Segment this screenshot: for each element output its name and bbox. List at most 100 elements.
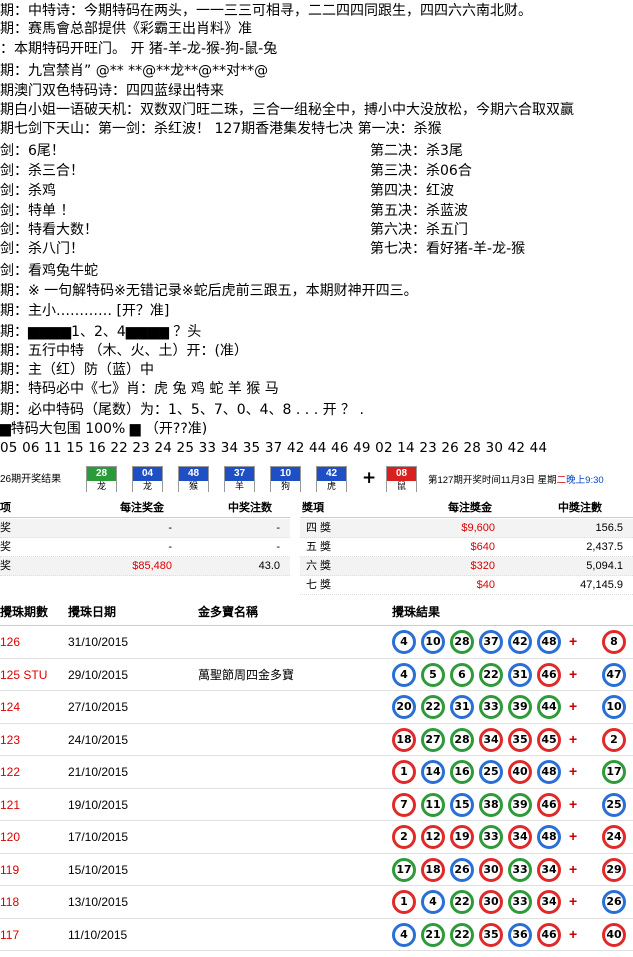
- decision-item: 第七决：看好猪-羊-龙-猴: [370, 241, 526, 257]
- history-row: 118 13/10/2015 1 4 22 30 33 34 +26: [0, 886, 633, 919]
- result-ball: 7: [392, 792, 416, 817]
- result-ball: 4: [421, 890, 445, 914]
- history-date: 29/10/2015: [68, 667, 129, 682]
- history-issue: 120: [0, 830, 21, 844]
- result-ball: 25: [479, 760, 503, 784]
- prize-name: 七 獎: [306, 579, 332, 591]
- prize-name: 五 獎: [306, 541, 332, 553]
- history-row: 120 17/10/2015 2 12 19 33 34 48 +24: [0, 821, 633, 854]
- history-row: 121 19/10/2015 7 11 15 38 39 46 +25: [0, 789, 633, 821]
- prize-table-header: 獎項 每注獎金 中獎注數: [300, 498, 633, 518]
- result-ball: 37: [479, 630, 503, 654]
- prize-amount: $40: [476, 579, 495, 591]
- draw-ball: 42 虎: [316, 466, 347, 492]
- plus-sign: +: [569, 925, 578, 942]
- result-ball: 6: [450, 662, 474, 687]
- prize-name: 四 獎: [306, 522, 332, 534]
- history-row: 126 31/10/2015 4 10 28 37 42 48 +8: [0, 626, 633, 659]
- prize-table-header: 项 每注奖金 中奖注数: [0, 498, 290, 518]
- result-ball: 1: [392, 760, 416, 784]
- sword-item: 剑：杀鸡: [0, 183, 56, 199]
- result-ball: 10: [421, 630, 445, 654]
- result-ball: 31: [450, 695, 474, 719]
- result-ball: 22: [479, 662, 503, 687]
- result-ball: 12: [421, 825, 445, 849]
- result-ball: 33: [479, 695, 503, 719]
- prize-count: 43.0: [258, 560, 280, 572]
- result-ball: 34: [508, 825, 532, 849]
- history-date: 24/10/2015: [68, 732, 129, 747]
- draw-ball: 04 龙: [132, 466, 163, 492]
- result-ball: 36: [508, 922, 532, 947]
- result-ball: 4: [392, 922, 416, 947]
- result-ball: 35: [508, 727, 532, 752]
- result-ball: 4: [392, 630, 416, 654]
- ball-number: 42: [317, 467, 346, 481]
- ball-zodiac: 狗: [271, 481, 300, 492]
- result-ball: 38: [479, 792, 503, 817]
- history-issue: 125 STU: [0, 667, 48, 682]
- prize-name: 奖: [0, 522, 11, 534]
- ball-number: 37: [225, 467, 254, 481]
- result-ball: 34: [479, 727, 503, 752]
- special-result-ball: 8: [602, 630, 626, 654]
- text-line: 期：九宫禁肖” @** **@**龙**@**对**@: [0, 63, 269, 79]
- sword-item: 剑：6尾！: [0, 143, 65, 159]
- result-ball: 33: [479, 825, 503, 849]
- history-row: 122 21/10/2015 1 14 16 25 40 48 +17: [0, 756, 633, 789]
- header-count: 中獎注數: [558, 502, 602, 514]
- special-ball-number: 08: [387, 467, 416, 481]
- numbers-line: 05 06 11 15 16 22 23 24 25 33 34 35 37 4…: [0, 440, 548, 456]
- history-row: 117 11/10/2015 4 21 22 35 36 46 +40: [0, 919, 633, 951]
- special-result-ball: 47: [602, 662, 626, 687]
- prize-amount: $9,600: [461, 522, 495, 534]
- history-row: 125 STU 29/10/2015 萬聖節周四金多寶 4 5 6 22 31 46 +47: [0, 659, 633, 691]
- text-line: 期：※ 一句解特码※无错记录※蛇后虎前三跟五，本期财神开四三。: [0, 283, 418, 299]
- special-draw-ball: 08 鼠: [386, 466, 417, 492]
- history-issue: 126: [0, 635, 21, 649]
- ball-number: 04: [133, 467, 162, 481]
- draw-info: 第127期开奖时间11月3日 星期二晚上9:30: [428, 472, 604, 486]
- result-ball: 48: [537, 630, 561, 654]
- result-ball: 17: [392, 857, 416, 882]
- draw-ball: 10 狗: [270, 466, 301, 492]
- header-item: 项: [0, 502, 11, 514]
- prize-row: 六 獎 $320 5,094.1: [300, 557, 633, 576]
- text-line: 剑：看鸡兔牛蛇: [0, 263, 98, 279]
- header-name: 金多寶名稱: [198, 605, 259, 619]
- ball-number: 48: [179, 467, 208, 481]
- result-ball: 18: [392, 727, 416, 752]
- history-name: 萬聖節周四金多寶: [198, 667, 295, 682]
- result-ball: 26: [450, 857, 474, 882]
- history-date: 17/10/2015: [68, 830, 129, 844]
- plus-sign: +: [569, 665, 578, 682]
- draw-ball: 28 龙: [86, 466, 117, 492]
- result-ball: 22: [450, 922, 474, 947]
- draw-result-bar: 26期开奖结果 28 龙 04 龙 48 猴 37 羊 10 狗 42 虎 + 08 鼠 第127期开…: [0, 466, 633, 494]
- result-ball: 45: [537, 727, 561, 752]
- special-result-ball: 25: [602, 792, 626, 817]
- prize-table-left: 项 每注奖金 中奖注数 奖 - - 奖 - - 奖 $85,480 43.0: [0, 498, 290, 596]
- history-date: 11/10/2015: [68, 927, 128, 942]
- result-ball: 21: [421, 922, 445, 947]
- special-result-ball: 26: [602, 890, 626, 914]
- draw-info-prefix: 第127期开奖时间11月3日 星期: [428, 475, 557, 486]
- history-row: 124 27/10/2015 20 22 31 33 39 44 +10: [0, 691, 633, 724]
- text-line: 期：赛馬會总部提供《彩霸王出肖料》准: [0, 21, 252, 37]
- result-ball: 42: [508, 630, 532, 654]
- text-line: 期七剑下天山：第一剑：杀红波！ 127期香港集发特七决 第一决：杀猴: [0, 121, 442, 137]
- result-ball: 44: [537, 695, 561, 719]
- history-row: 123 24/10/2015 18 27 28 34 35 45 +2: [0, 724, 633, 756]
- decision-item: 第三决：杀06合: [370, 163, 472, 179]
- result-ball: 40: [508, 760, 532, 784]
- plus-sign: +: [569, 698, 578, 714]
- prize-row: 五 獎 $640 2,437.5: [300, 538, 633, 557]
- history-date: 31/10/2015: [68, 635, 129, 649]
- result-ball: 35: [479, 922, 503, 947]
- special-result-ball: 24: [602, 825, 626, 849]
- special-ball-zodiac: 鼠: [387, 481, 416, 492]
- result-ball: 22: [421, 695, 445, 719]
- plus-sign: +: [569, 860, 578, 877]
- text-line: 期：特码必中《七》肖：虎 兔 鸡 蛇 羊 猴 马: [0, 381, 279, 397]
- history-header: 攪珠期數 攪珠日期 金多寶名稱 攪珠結果: [0, 598, 633, 626]
